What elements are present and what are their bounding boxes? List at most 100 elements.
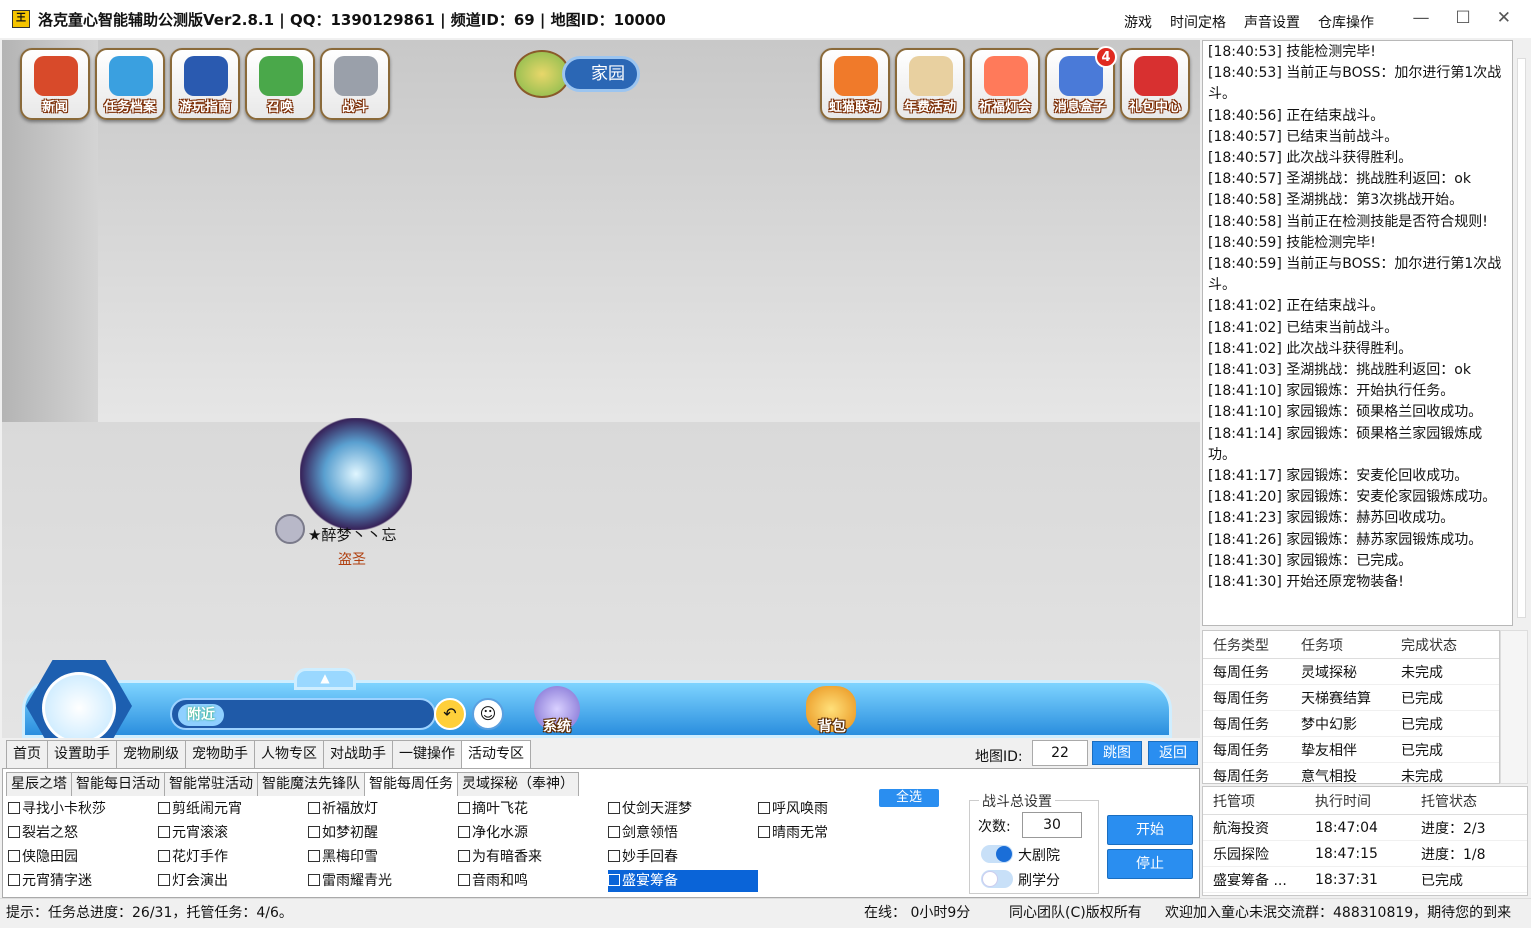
activity-sub-tab[interactable]: 智能每周任务	[364, 772, 458, 796]
checkbox-icon[interactable]	[758, 802, 770, 814]
minimize-button[interactable]: —	[1413, 8, 1430, 28]
summon-button[interactable]: 召唤	[245, 48, 315, 120]
main-tab[interactable]: 首页	[6, 740, 48, 768]
main-tab[interactable]: 活动专区	[461, 740, 531, 769]
play-guide-button[interactable]: 游玩指南	[170, 48, 240, 120]
checkbox-icon[interactable]	[8, 826, 20, 838]
main-tab[interactable]: 设置助手	[47, 740, 117, 768]
activity-checkbox[interactable]: 元宵滚滚	[158, 822, 228, 844]
checkbox-icon[interactable]	[308, 802, 320, 814]
expand-bar-button[interactable]: ▲	[294, 668, 356, 690]
table-row[interactable]: 每周任务 梦中幻影 已完成	[1203, 711, 1499, 737]
checkbox-icon[interactable]	[8, 850, 20, 862]
pet-sprite[interactable]	[300, 418, 412, 530]
checkbox-icon[interactable]	[158, 802, 170, 814]
activity-checkbox[interactable]: 寻找小卡秋莎	[8, 798, 106, 820]
table-row[interactable]: 每周任务 意气相投 未完成	[1203, 763, 1499, 784]
backpack-button[interactable]: 背包	[804, 686, 860, 738]
task-archive-button[interactable]: 任务档案	[95, 48, 165, 120]
checkbox-icon[interactable]	[608, 850, 620, 862]
start-button[interactable]: 开始	[1107, 815, 1193, 845]
checkbox-icon[interactable]	[458, 826, 470, 838]
battle-button[interactable]: 战斗	[320, 48, 390, 120]
activity-checkbox[interactable]: 裂岩之怒	[8, 822, 78, 844]
activity-checkbox[interactable]: 为有暗香来	[458, 846, 542, 868]
activity-checkbox[interactable]: 花灯手作	[158, 846, 228, 868]
credit-toggle[interactable]	[981, 870, 1013, 888]
table-row[interactable]: 每周任务 天梯赛结算 已完成	[1203, 685, 1499, 711]
checkbox-icon[interactable]	[458, 874, 470, 886]
activity-checkbox[interactable]: 呼风唤雨	[758, 798, 828, 820]
activity-checkbox[interactable]: 摘叶飞花	[458, 798, 528, 820]
stop-button[interactable]: 停止	[1107, 849, 1193, 879]
activity-checkbox[interactable]: 灯会演出	[158, 870, 228, 892]
game-viewport[interactable]: 新闻 任务档案 游玩指南 召唤 战斗 家园 虹猫联动 年费活动 祈福灯会 消息盒…	[2, 40, 1200, 738]
select-all-button[interactable]: 全选	[879, 789, 939, 807]
lantern-festival-button[interactable]: 祈福灯会	[970, 48, 1040, 120]
location-home-button[interactable]: 家园	[514, 50, 640, 98]
task-table-scrollbar[interactable]	[1500, 630, 1528, 784]
checkbox-icon[interactable]	[8, 802, 20, 814]
main-tab[interactable]: 对战助手	[323, 740, 393, 768]
activity-checkbox[interactable]: 剪纸闹元宵	[158, 798, 242, 820]
checkbox-icon[interactable]	[758, 826, 770, 838]
table-row[interactable]: 盛宴筹备 ... 18:37:31 已完成	[1203, 867, 1527, 893]
col-hosted-status[interactable]: 托管状态	[1411, 791, 1527, 811]
activity-checkbox[interactable]: 雷雨耀青光	[308, 870, 392, 892]
activity-checkbox[interactable]: 黑梅印雪	[308, 846, 378, 868]
checkbox-icon[interactable]	[608, 874, 620, 886]
main-tab[interactable]: 宠物刷级	[116, 740, 186, 768]
menu-sound-settings[interactable]: 声音设置	[1244, 12, 1300, 32]
menu-game[interactable]: 游戏	[1124, 12, 1152, 32]
maximize-button[interactable]: ☐	[1456, 8, 1471, 28]
checkbox-icon[interactable]	[158, 826, 170, 838]
activity-sub-tab[interactable]: 星辰之塔	[6, 772, 72, 796]
checkbox-icon[interactable]	[458, 802, 470, 814]
col-task-type[interactable]: 任务类型	[1203, 635, 1291, 655]
checkbox-icon[interactable]	[308, 850, 320, 862]
activity-checkbox[interactable]: 侠隐田园	[8, 846, 78, 868]
col-task-item[interactable]: 任务项	[1291, 635, 1391, 655]
main-tab[interactable]: 人物专区	[254, 740, 324, 768]
jump-map-button[interactable]: 跳图	[1092, 741, 1142, 765]
activity-checkbox[interactable]: 剑意领悟	[608, 822, 678, 844]
emoji-icon[interactable]: ☺	[472, 698, 504, 730]
avatar[interactable]	[42, 672, 116, 738]
checkbox-icon[interactable]	[458, 850, 470, 862]
checkbox-icon[interactable]	[608, 826, 620, 838]
log-textbox[interactable]: [18:40:53] 技能检测完毕! [18:40:53] 当前正与BOSS：加尔…	[1202, 40, 1513, 626]
table-row[interactable]: 每周任务 挚友相伴 已完成	[1203, 737, 1499, 763]
return-button[interactable]: 返回	[1148, 741, 1198, 765]
checkbox-icon[interactable]	[158, 874, 170, 886]
map-id-input[interactable]: 22	[1032, 740, 1088, 766]
col-completion-status[interactable]: 完成状态	[1391, 635, 1499, 655]
checkbox-icon[interactable]	[308, 874, 320, 886]
theater-toggle[interactable]	[981, 845, 1013, 863]
activity-checkbox[interactable]: 妙手回春	[608, 846, 678, 868]
log-scrollbar-thumb[interactable]	[1517, 58, 1526, 618]
activity-checkbox[interactable]: 盛宴筹备	[608, 870, 758, 892]
activity-sub-tab[interactable]: 智能魔法先锋队	[257, 772, 365, 796]
checkbox-icon[interactable]	[608, 802, 620, 814]
main-tab[interactable]: 一键操作	[392, 740, 462, 768]
news-button[interactable]: 新闻	[20, 48, 90, 120]
system-button[interactable]: 系统	[528, 686, 586, 738]
checkbox-icon[interactable]	[8, 874, 20, 886]
activity-checkbox[interactable]: 如梦初醒	[308, 822, 378, 844]
chat-input[interactable]: 附近	[170, 698, 436, 730]
gift-center-button[interactable]: 礼包中心	[1120, 48, 1190, 120]
activity-checkbox[interactable]: 音雨和鸣	[458, 870, 528, 892]
table-row[interactable]: 每周任务 灵域探秘 未完成	[1203, 659, 1499, 685]
chat-channel-nearby[interactable]: 附近	[178, 704, 224, 726]
activity-sub-tab[interactable]: 智能常驻活动	[164, 772, 258, 796]
checkbox-icon[interactable]	[308, 826, 320, 838]
col-hosted-item[interactable]: 托管项	[1203, 791, 1305, 811]
activity-checkbox[interactable]: 仗剑天涯梦	[608, 798, 692, 820]
main-tab[interactable]: 宠物助手	[185, 740, 255, 768]
message-box-button[interactable]: 消息盒子 4	[1045, 46, 1117, 120]
activity-checkbox[interactable]: 元宵猜字迷	[8, 870, 92, 892]
rainbow-cat-collab-button[interactable]: 虹猫联动	[820, 48, 890, 120]
battle-count-input[interactable]: 30	[1022, 812, 1082, 838]
annual-fee-event-button[interactable]: 年费活动	[895, 48, 965, 120]
menu-time-freeze[interactable]: 时间定格	[1170, 12, 1226, 32]
